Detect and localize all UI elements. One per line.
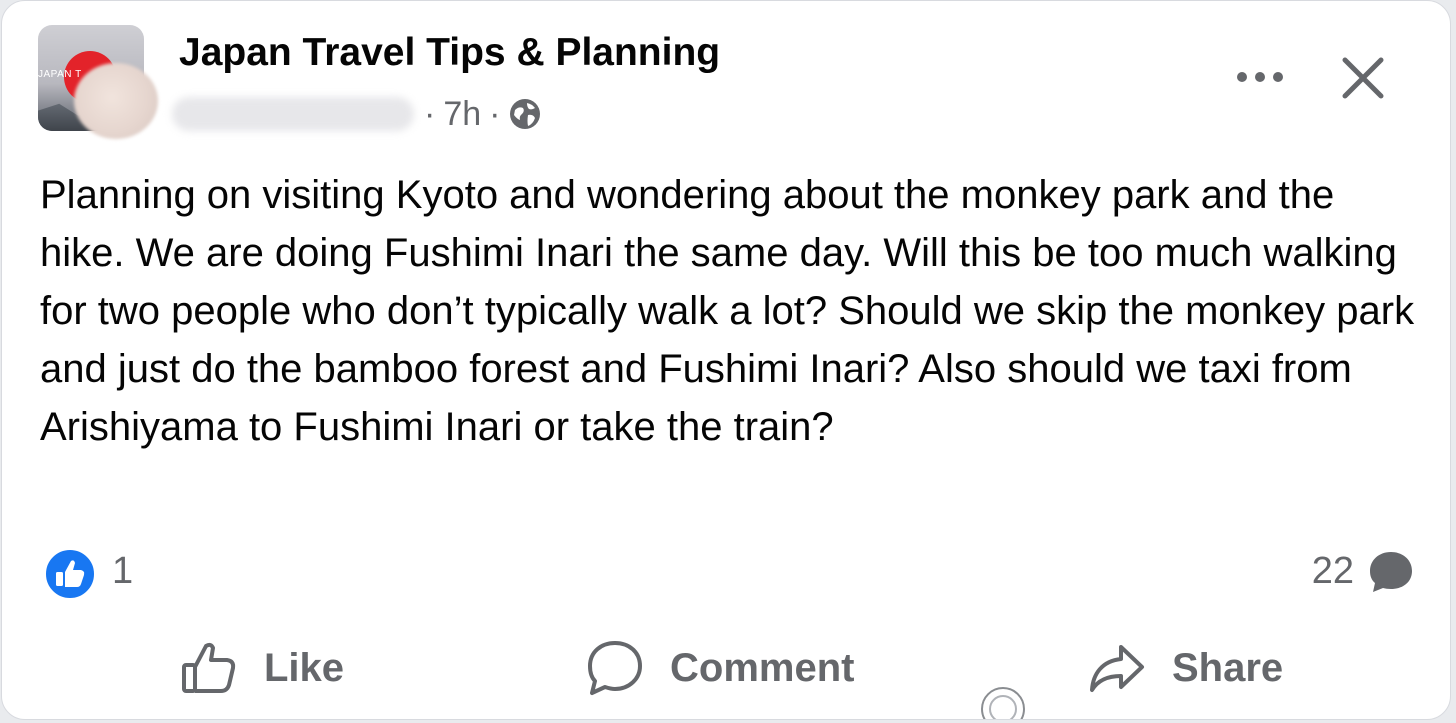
group-name[interactable]: Japan Travel Tips & Planning (179, 31, 720, 75)
touch-indicator (981, 687, 1025, 719)
post-card: JAPAN T Japan Travel Tips & Planning · 7… (1, 0, 1451, 720)
comment-count[interactable]: 22 (1312, 550, 1354, 593)
like-reaction-icon[interactable] (43, 547, 97, 601)
globe-icon (510, 99, 541, 129)
share-button[interactable]: Share (1088, 631, 1283, 705)
reaction-count[interactable]: 1 (112, 550, 133, 593)
group-avatar-text: JAPAN T (38, 69, 82, 80)
like-button-label: Like (264, 645, 345, 690)
more-horizontal-icon[interactable] (1234, 63, 1286, 91)
comment-bubble-icon[interactable] (1367, 549, 1415, 595)
comment-button-label: Comment (670, 645, 855, 690)
post-meta: · 7h · (172, 91, 542, 137)
share-icon (1090, 645, 1144, 692)
author-name-redacted[interactable] (172, 97, 414, 131)
meta-separator: · (424, 94, 436, 133)
share-button-label: Share (1172, 645, 1284, 690)
close-icon[interactable] (1338, 53, 1388, 103)
like-icon (182, 642, 236, 693)
comment-button[interactable]: Comment (586, 631, 854, 705)
post-time[interactable]: 7h (443, 95, 481, 134)
like-button[interactable]: Like (180, 631, 344, 705)
meta-separator-2: · (489, 94, 501, 133)
comment-icon (588, 641, 642, 695)
post-body: Planning on visiting Kyoto and wondering… (40, 173, 1415, 449)
author-avatar[interactable] (74, 63, 158, 139)
